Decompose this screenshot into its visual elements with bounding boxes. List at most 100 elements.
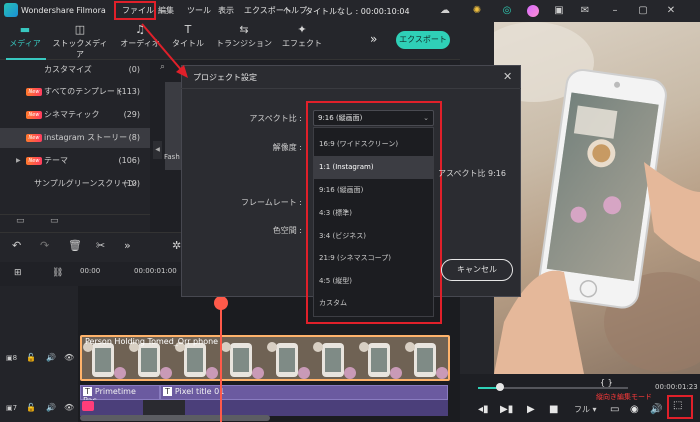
menu-help[interactable]: ヘルプ [283,5,307,16]
category-label: カスタマイズ [44,65,92,74]
headset-icon[interactable]: ◎ [500,4,514,18]
add-track-icon[interactable]: ⊞ [14,268,22,278]
app-name: Wondershare Filmora [21,6,106,15]
settings-icon[interactable]: ✲ [172,239,181,252]
new-badge: New [26,88,42,96]
folder-icon[interactable]: ▭ [50,216,59,226]
category-cinematic[interactable]: New シネマティック (29) [0,105,150,125]
bulb-icon[interactable]: ✺ [470,4,484,18]
music-icon: ♫ [135,23,145,36]
dialog-title: プロジェクト設定 [193,73,257,82]
display-icon[interactable]: ▭ [610,404,619,415]
mute-icon[interactable]: 🔊 [46,403,56,412]
timeline-scrollbar[interactable] [80,415,270,421]
new-badge: New [26,134,42,142]
zoom-select[interactable]: フル ▾ [574,404,597,415]
portrait-mode-label: 縦向き編集モード [596,393,652,401]
tab-media-label: メディア [9,39,41,48]
aspect-ratio-label: アスペクト比 : [249,114,302,123]
progress-handle[interactable] [496,383,504,391]
close-window-icon[interactable]: ✕ [664,4,678,18]
stock-media-icon: ◫ [74,23,86,36]
track-number-value: 7 [12,404,18,412]
timecode: 00:00:01:23 [655,383,698,391]
collapse-panel-icon[interactable]: ◀ [153,141,162,159]
category-label: instagram ストーリー [44,133,128,142]
category-green-screen[interactable]: サンプルグリーンスクリーン (10) [0,174,150,194]
cut-icon[interactable]: ✂ [96,239,105,252]
play-icon[interactable]: ▶ [527,404,535,415]
resolution-label: 解像度 : [272,143,302,152]
menu-view[interactable]: 表示 [218,5,234,16]
new-folder-icon[interactable]: ▭ [16,216,25,226]
new-badge: New [26,111,42,119]
tab-transition[interactable]: ⇆ トランジション [216,24,272,49]
tab-transition-label: トランジション [216,39,272,48]
undo-icon[interactable]: ↶ [12,239,21,252]
category-count: (113) [118,87,140,96]
track-number: ▣8 [6,354,18,362]
zoom-value: フル [574,405,590,414]
title-thumbnail [143,400,185,416]
menu-edit[interactable]: 編集 [158,5,174,16]
tab-stock-media[interactable]: ◫ ストックメディア [52,24,108,60]
category-count: (29) [123,110,140,119]
title-clip[interactable]: TPrimetime Pac... [80,385,160,405]
new-badge: New [26,157,42,165]
lock-icon[interactable]: 🔓 [26,403,36,412]
mark-in-out-brackets[interactable]: { } [600,378,613,387]
title-clip-lower[interactable] [80,400,448,416]
tab-stock-media-label: ストックメディア [52,39,108,59]
video-clip-title: Person Holding Tomed_Orr phone [85,337,219,346]
minimize-icon[interactable]: – [608,4,622,18]
category-instagram-stories[interactable]: New instagram ストーリー (8) [0,128,150,148]
effect-marker-icon [82,401,94,411]
stop-icon[interactable]: ■ [549,404,558,415]
category-count: (0) [128,65,140,74]
title-clip[interactable]: T Pixel title 01 [160,385,448,400]
preview-video-frame [494,22,700,374]
cancel-button[interactable]: キャンセル [441,259,513,281]
framerate-label: フレームレート : [241,198,302,207]
folder-icon: ▬ [19,23,31,36]
tab-effects-label: エフェクト [282,39,322,48]
cloud-icon[interactable]: ☁ [438,4,452,18]
category-label: シネマティック [44,110,100,119]
filmora-logo [4,3,18,17]
redo-icon[interactable]: ↷ [40,239,49,252]
more-tools-icon[interactable]: » [370,32,377,46]
eye-icon[interactable]: 👁 [64,353,74,362]
mute-icon[interactable]: 🔊 [46,353,56,362]
mail-icon[interactable]: ✉ [578,4,592,18]
category-count: (8) [128,133,140,142]
prev-frame-icon[interactable]: ◂▮ [478,404,489,415]
category-theme[interactable]: ▶ New テーマ (106) [0,151,150,171]
more-tools-icon[interactable]: » [124,239,131,252]
eye-icon[interactable]: 👁 [64,403,74,412]
effects-icon: ✦ [297,23,307,36]
camera-icon[interactable]: ◉ [630,404,639,415]
tab-title-label: タイトル [172,39,204,48]
link-icon[interactable]: ⛓ [52,268,63,278]
tab-media[interactable]: ▬ メディア [8,24,42,49]
export-button[interactable]: エクスポート [396,31,450,49]
delete-icon[interactable]: 🗑 [68,239,82,252]
play-pause-icon[interactable]: ▶▮ [500,404,513,415]
category-customize[interactable]: カスタマイズ (0) [0,60,150,80]
maximize-icon[interactable]: ▢ [636,4,650,18]
close-icon[interactable]: ✕ [503,70,512,83]
tab-title[interactable]: T タイトル [172,24,204,49]
tab-audio[interactable]: ♫ オーディオ [120,24,160,49]
project-title: タイトルなし : 00:00:10:04 [305,7,410,16]
expand-arrow-icon[interactable]: ▶ [16,151,21,171]
menu-tools[interactable]: ツール [187,5,211,16]
avatar[interactable] [526,4,540,18]
title-clip-label: T Pixel title 01 [163,387,225,396]
volume-icon[interactable]: 🔊 [650,404,662,415]
save-icon[interactable]: ▣ [552,4,566,18]
tab-effects[interactable]: ✦ エフェクト [282,24,322,49]
playhead-handle[interactable] [214,296,228,310]
lock-icon[interactable]: 🔓 [26,353,36,362]
menu-file-highlight [114,1,156,20]
category-all-templates[interactable]: New すべてのテンプレート (113) [0,82,150,102]
